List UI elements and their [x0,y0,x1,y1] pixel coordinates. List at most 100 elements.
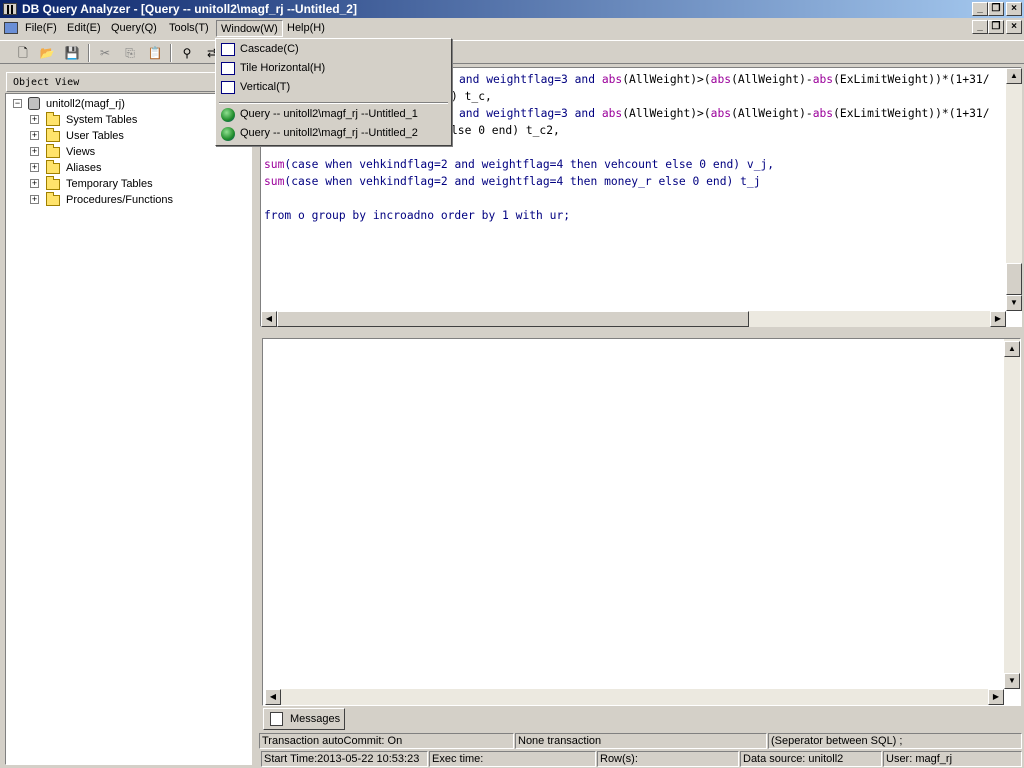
tree-item-label: Aliases [66,162,102,174]
menu-bar: File(F) Edit(E) Query(Q) Tools(T) Window… [0,18,1024,38]
folder-icon [46,144,60,158]
tree-item-label: User Tables [66,130,124,142]
tree-root[interactable]: − unitoll2(magf_rj) [10,96,210,112]
menu-item-label: Query -- unitoll2\magf_rj --Untitled_1 [240,108,418,120]
menu-item-label: Cascade(C) [240,43,299,55]
code-line-6: sum(case when vehkindflag=2 and weightfl… [264,175,761,188]
status-exec-time: Exec time: [429,751,596,767]
scroll-thumb[interactable] [277,311,749,327]
expand-icon[interactable]: + [30,163,39,172]
collapse-icon[interactable]: − [13,99,22,108]
cascade-icon [221,43,235,56]
status-datasource: Data source: unitoll2 [740,751,882,767]
folder-icon [46,112,60,126]
scroll-up-icon[interactable]: ▲ [1004,341,1020,357]
results-pane[interactable]: ▲ ▼ ◀ ▶ [262,338,1021,706]
toolbar-separator [170,44,172,62]
menu-item-cascade[interactable]: Cascade(C) [218,40,449,59]
scroll-down-icon[interactable]: ▼ [1004,673,1020,689]
menu-item-window-1[interactable]: Query -- unitoll2\magf_rj --Untitled_1 [218,105,449,124]
folder-icon [46,160,60,174]
tree-item-label: Procedures/Functions [66,194,173,206]
scroll-up-icon[interactable]: ▲ [1006,68,1022,84]
globe-icon [221,108,235,122]
close-button[interactable]: × [1006,2,1022,16]
folder-icon [46,192,60,206]
menu-help[interactable]: Help(H) [283,20,329,37]
results-vertical-scrollbar[interactable]: ▲ ▼ [1004,339,1020,689]
cut-icon[interactable]: ✂ [96,44,114,62]
toolbar-separator [88,44,90,62]
expand-icon[interactable]: + [30,179,39,188]
status-rows: Row(s): [597,751,739,767]
tree-item-views[interactable]: + Views [30,144,230,160]
menu-item-label: Vertical(T) [240,81,291,93]
scroll-down-icon[interactable]: ▼ [1006,295,1022,311]
tree-item-procedures[interactable]: + Procedures/Functions [30,192,230,208]
find-icon[interactable]: ⚲ [178,44,196,62]
open-folder-icon[interactable]: 📂 [38,44,56,62]
app-icon [3,3,17,15]
menu-edit[interactable]: Edit(E) [63,20,105,37]
tree-root-label: unitoll2(magf_rj) [46,98,125,110]
menu-item-label: Tile Horizontal(H) [240,62,326,74]
new-file-icon[interactable]: 🗋 [14,44,32,62]
code-line-2: ) t_c, [451,90,492,103]
child-minimize-button[interactable]: _ [972,20,988,34]
editor-vertical-scrollbar[interactable]: ▲ ▼ [1006,68,1022,311]
tree-item-label: Temporary Tables [66,178,153,190]
tile-horizontal-icon [221,62,235,75]
minimize-button[interactable]: _ [972,2,988,16]
menu-tools[interactable]: Tools(T) [165,20,213,37]
menu-item-label: Query -- unitoll2\magf_rj --Untitled_2 [240,127,418,139]
code-line-5: sum(case when vehkindflag=2 and weightfl… [264,158,775,171]
globe-icon [221,127,235,141]
code-line-4: lse 0 end) t_c2, [451,124,560,137]
scroll-right-icon[interactable]: ▶ [990,311,1006,327]
menu-item-tile-horizontal[interactable]: Tile Horizontal(H) [218,59,449,78]
scroll-thumb[interactable] [1006,263,1022,295]
tree-item-system-tables[interactable]: + System Tables [30,112,230,128]
editor-horizontal-scrollbar[interactable]: ◀ ▶ [261,311,1006,327]
tree-item-aliases[interactable]: + Aliases [30,160,230,176]
toolbar: 🗋 📂 💾 ✂ ⎘ 📋 ⚲ ⇄ [0,40,1024,64]
menu-query[interactable]: Query(Q) [107,20,161,37]
object-tree: − unitoll2(magf_rj) + System Tables + Us… [5,93,252,765]
window-menu-dropdown: Cascade(C) Tile Horizontal(H) Vertical(T… [215,38,452,146]
scroll-left-icon[interactable]: ◀ [261,311,277,327]
tile-vertical-icon [221,81,235,94]
menu-item-vertical[interactable]: Vertical(T) [218,78,449,97]
child-close-button[interactable]: × [1006,20,1022,34]
copy-icon[interactable]: ⎘ [121,44,139,62]
child-restore-button[interactable]: ❐ [988,20,1004,34]
menu-file[interactable]: File(F) [21,20,61,37]
status-autocommit: Transaction autoCommit: On [259,733,514,749]
status-start-time: Start Time:2013-05-22 10:53:23 [261,751,428,767]
scroll-right-icon[interactable]: ▶ [988,689,1004,705]
code-line-3: and weightflag=3 and abs(AllWeight)>(abs… [459,107,990,120]
expand-icon[interactable]: + [30,147,39,156]
code-line-1: and weightflag=3 and abs(AllWeight)>(abs… [459,73,990,86]
menu-item-window-2[interactable]: Query -- unitoll2\magf_rj --Untitled_2 [218,124,449,143]
document-icon[interactable] [4,22,18,34]
tab-messages-label: Messages [290,713,341,725]
results-horizontal-scrollbar[interactable]: ◀ ▶ [265,689,1004,705]
code-line-7: from o group by incroadno order by 1 wit… [264,209,571,222]
tree-item-label: Views [66,146,96,158]
tree-item-user-tables[interactable]: + User Tables [30,128,230,144]
scroll-left-icon[interactable]: ◀ [265,689,281,705]
expand-icon[interactable]: + [30,131,39,140]
expand-icon[interactable]: + [30,195,39,204]
status-user: User: magf_rj [883,751,1022,767]
tree-item-temporary-tables[interactable]: + Temporary Tables [30,176,230,192]
paste-icon[interactable]: 📋 [146,44,164,62]
tree-item-label: System Tables [66,114,138,126]
expand-icon[interactable]: + [30,115,39,124]
save-icon[interactable]: 💾 [63,44,81,62]
menu-window[interactable]: Window(W) [216,20,283,37]
status-transaction: None transaction [515,733,767,749]
database-icon [28,97,40,110]
status-separator: (Seperator between SQL) ; [768,733,1022,749]
tab-messages[interactable]: Messages [263,708,345,730]
restore-button[interactable]: ❐ [988,2,1004,16]
